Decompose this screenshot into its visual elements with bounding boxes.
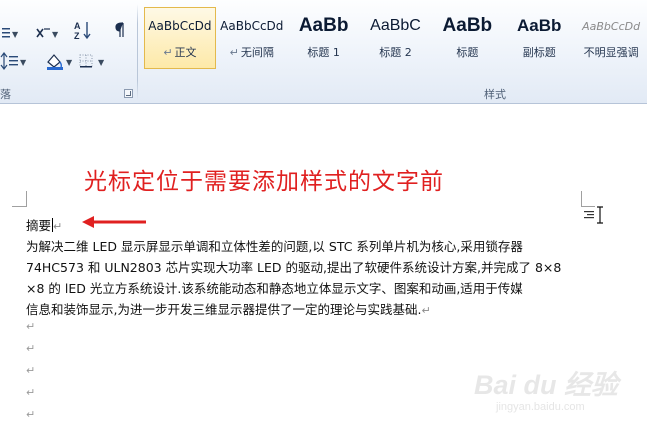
shading-button[interactable]: ▼	[44, 50, 74, 72]
svg-text:▼: ▼	[20, 58, 27, 67]
baidu-watermark: Bai du 经验 jingyan.baidu.com	[474, 363, 624, 423]
text-direction-icon: ▼	[34, 25, 60, 41]
watermark-sub: jingyan.baidu.com	[496, 401, 585, 413]
paragraph-mark: ↵	[421, 304, 431, 317]
body-line[interactable]: 74HC573 和 ULN2803 芯片实现大功率 LED 的驱动,提出了软硬件…	[26, 257, 561, 276]
svg-text:▼: ▼	[52, 30, 59, 39]
dialog-launcher-icon[interactable]	[124, 89, 133, 98]
style-name: 副标题	[522, 46, 556, 59]
empty-paragraph-mark[interactable]: ↵	[26, 320, 35, 333]
style-sample: AaBb	[442, 15, 493, 36]
style-heading-1[interactable]: AaBb 标题 1	[288, 7, 360, 69]
line-spacing-icon: ▼	[0, 52, 28, 70]
style-sample: AaBb	[298, 15, 349, 36]
style-subtle-emphasis[interactable]: AaBbCcDd 不明显强调	[575, 7, 647, 69]
style-sample: AaBbCcDd	[582, 19, 641, 33]
svg-text:▼: ▼	[66, 58, 73, 67]
sort-button[interactable]: AZ	[72, 19, 96, 41]
group-separator	[137, 4, 138, 100]
style-heading-2[interactable]: AaBbC 标题 2	[360, 7, 432, 69]
align-marker-icon	[584, 211, 594, 219]
text-direction-button[interactable]: ▼	[34, 22, 60, 44]
ribbon: ▼ ▼ AZ ▼ ▼ ▼ 落 AaBbCcDd ↵ 正文 AaBbCcDd ↵ …	[0, 0, 647, 104]
heading-line[interactable]: 摘要 ↵	[26, 215, 62, 234]
empty-paragraph-mark[interactable]: ↵	[26, 408, 35, 421]
empty-paragraph-mark[interactable]: ↵	[26, 386, 35, 399]
empty-paragraph-mark[interactable]: ↵	[26, 342, 35, 355]
annotation-text: 光标定位于需要添加样式的文字前	[84, 169, 444, 195]
svg-text:A: A	[74, 21, 81, 31]
svg-text:▼: ▼	[12, 30, 19, 39]
borders-icon: ▼	[78, 52, 108, 70]
body-line: 信息和装饰显示,为进一步开发三维显示器提供了一定的理论与实践基础.	[26, 302, 422, 317]
style-name: 无间隔	[240, 46, 274, 59]
crop-mark	[12, 206, 26, 207]
ibeam-cursor-icon	[597, 206, 603, 224]
styles-group-label: 样式	[484, 88, 506, 101]
show-formatting-button[interactable]	[112, 20, 128, 42]
empty-paragraph-mark[interactable]: ↵	[26, 364, 35, 377]
borders-button[interactable]: ▼	[78, 50, 108, 72]
svg-text:▼: ▼	[98, 58, 105, 67]
style-subtitle[interactable]: AaBb 副标题	[503, 7, 575, 69]
body-line[interactable]: ×8 的 lED 光立方系统设计.该系统能动态和静态地立体显示文字、图案和动画,…	[26, 278, 523, 297]
watermark-text: Bai du 经验	[474, 370, 619, 400]
style-no-spacing[interactable]: AaBbCcDd ↵ 无间隔	[216, 7, 288, 69]
style-name: 标题	[456, 46, 479, 59]
style-name: 标题 1	[307, 46, 340, 59]
style-sample: AaBb	[517, 16, 562, 35]
style-title[interactable]: AaBb 标题	[431, 7, 503, 69]
heading-text: 摘要	[26, 218, 52, 233]
style-sample: AaBbCcDd	[148, 19, 212, 33]
crop-mark	[26, 191, 27, 207]
style-normal[interactable]: AaBbCcDd ↵ 正文	[144, 7, 216, 69]
body-line-last[interactable]: 信息和装饰显示,为进一步开发三维显示器提供了一定的理论与实践基础.↵	[26, 299, 431, 318]
line-spacing-button[interactable]: ▼	[0, 50, 28, 72]
styles-gallery: AaBbCcDd ↵ 正文 AaBbCcDd ↵ 无间隔 AaBb 标题 1 AaB…	[144, 7, 647, 71]
shading-icon: ▼	[44, 52, 74, 70]
sort-icon: AZ	[72, 19, 96, 41]
style-sample: AaBbC	[370, 17, 421, 34]
style-name: 不明显强调	[583, 46, 639, 59]
crop-mark	[581, 206, 595, 207]
svg-text:Z: Z	[74, 31, 80, 41]
paragraph-mark: ↵	[53, 220, 63, 233]
bullets-icon: ▼	[0, 25, 20, 41]
style-name: 正文	[174, 46, 197, 59]
style-name: 标题 2	[379, 46, 412, 59]
document-page[interactable]: 光标定位于需要添加样式的文字前 摘要 ↵ 为解决二维 LED 显示屏显示单调和立体…	[0, 105, 647, 428]
paragraph-mark-icon: ↵	[229, 46, 239, 59]
paragraph-group: ▼ ▼ AZ ▼ ▼ ▼ 落	[0, 0, 138, 104]
paragraph-group-label: 落	[0, 88, 11, 101]
paragraph-mark-icon: ↵	[163, 46, 173, 59]
red-arrow-icon	[82, 216, 146, 228]
show-formatting-marks-icon	[112, 21, 128, 41]
crop-mark	[581, 191, 582, 207]
bullets-button[interactable]: ▼	[0, 22, 20, 44]
style-sample: AaBbCcDd	[220, 19, 284, 33]
body-line[interactable]: 为解决二维 LED 显示屏显示单调和立体性差的问题,以 STC 系列单片机为核心…	[26, 236, 523, 255]
